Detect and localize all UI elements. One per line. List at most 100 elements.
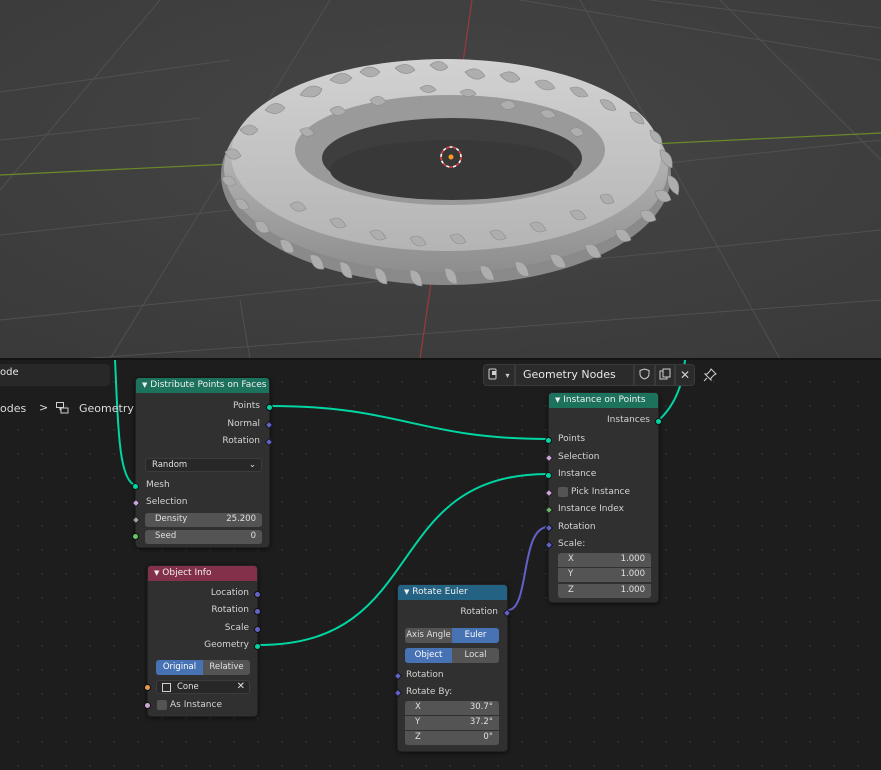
- input-rotation-label: Rotation: [558, 522, 596, 532]
- relative-option[interactable]: Relative: [203, 660, 250, 675]
- duplicate-icon: [659, 368, 671, 383]
- node-distribute-header[interactable]: ▼ Distribute Points on Faces: [136, 378, 269, 393]
- editor-type-dropdown[interactable]: ▾: [483, 364, 515, 386]
- output-geometry-socket[interactable]: [254, 643, 261, 650]
- object-picker-value: Cone: [177, 682, 199, 692]
- node-object-info-title: Object Info: [162, 568, 212, 578]
- input-object-socket[interactable]: [144, 684, 151, 691]
- input-seed-socket[interactable]: [132, 533, 139, 540]
- input-instance-label: Instance: [558, 469, 597, 479]
- shield-icon: [639, 367, 650, 383]
- object-option[interactable]: Object: [405, 648, 452, 663]
- density-field[interactable]: Density 25.200: [145, 513, 262, 527]
- duplicate-button[interactable]: [655, 364, 675, 386]
- input-rotate-by-label: Rotate By:: [406, 687, 453, 697]
- scale-x-label: X: [568, 554, 574, 564]
- node-tree-name-field[interactable]: Geometry Nodes: [515, 364, 634, 386]
- node-tree-field[interactable]: ode: [0, 364, 110, 386]
- node-object-info[interactable]: ▼ Object Info Location Rotation Scale Ge…: [144, 565, 261, 717]
- axis-angle-option[interactable]: Axis Angle: [405, 628, 452, 643]
- seed-value: 0: [250, 531, 256, 541]
- fake-user-button[interactable]: [634, 364, 655, 386]
- scale-z-field[interactable]: Z 1.000: [558, 584, 651, 598]
- chevron-down-icon: ▼: [154, 569, 160, 577]
- seed-label: Seed: [155, 531, 177, 541]
- rotate-by-y-field[interactable]: Y 37.2°: [405, 716, 499, 730]
- output-location-label: Location: [210, 588, 249, 598]
- seed-field[interactable]: Seed 0: [145, 530, 262, 544]
- node-distribute-title: Distribute Points on Faces: [150, 380, 267, 390]
- rotation-type-toggle[interactable]: Axis Angle Euler: [405, 628, 499, 643]
- chevron-down-icon: ⌄: [248, 460, 256, 470]
- input-scale-label: Scale:: [558, 539, 586, 549]
- node-instance-header[interactable]: ▼ Instance on Points: [549, 393, 658, 408]
- breadcrumb-root[interactable]: odes: [0, 402, 26, 415]
- output-scale-socket[interactable]: [254, 626, 261, 633]
- cube-icon: [162, 683, 171, 692]
- distribute-mode-select[interactable]: Random ⌄: [145, 458, 262, 472]
- link-points: [270, 405, 549, 440]
- rotate-z-value: 0°: [483, 732, 493, 742]
- scale-y-field[interactable]: Y 1.000: [558, 568, 651, 582]
- input-mesh-label: Mesh: [146, 480, 170, 490]
- input-mesh-socket[interactable]: [132, 483, 139, 490]
- rotate-y-label: Y: [415, 717, 421, 727]
- node-rotate-euler-header[interactable]: ▼ Rotate Euler: [398, 585, 507, 600]
- close-icon[interactable]: ✕: [237, 681, 245, 692]
- output-points-socket[interactable]: [266, 404, 273, 411]
- rotate-by-z-field[interactable]: Z 0°: [405, 731, 499, 745]
- node-instance-title: Instance on Points: [563, 395, 646, 405]
- breadcrumb-separator: >: [39, 401, 49, 414]
- original-option[interactable]: Original: [156, 660, 203, 675]
- node-rotate-euler[interactable]: ▼ Rotate Euler Rotation Axis Angle Euler…: [393, 584, 512, 752]
- 3d-viewport[interactable]: [0, 0, 881, 359]
- density-label: Density: [155, 514, 188, 524]
- node-tree-icon: [56, 402, 69, 414]
- chevron-down-icon: ▼: [404, 588, 410, 596]
- local-option[interactable]: Local: [452, 648, 499, 663]
- output-geometry-label: Geometry: [204, 640, 249, 650]
- output-instances-socket[interactable]: [655, 418, 662, 425]
- distribute-mode-value: Random: [152, 460, 188, 470]
- input-points-socket[interactable]: [545, 437, 552, 444]
- pick-instance-checkbox[interactable]: [558, 487, 568, 497]
- rotate-by-x-field[interactable]: X 30.7°: [405, 701, 499, 715]
- input-rotation-label: Rotation: [406, 670, 444, 680]
- rotation-space-toggle[interactable]: Object Local: [405, 648, 499, 663]
- node-editor[interactable]: ode odes > Geometry Nodes ▾ Geometry Nod…: [0, 360, 881, 770]
- pick-instance-label: Pick Instance: [571, 487, 631, 497]
- node-tree-field-text: ode: [0, 367, 19, 378]
- transform-space-toggle[interactable]: Original Relative: [156, 660, 250, 675]
- scale-x-field[interactable]: X 1.000: [558, 553, 651, 567]
- object-picker[interactable]: Cone ✕: [156, 680, 250, 694]
- input-selection-label: Selection: [146, 497, 188, 507]
- close-icon: ✕: [679, 368, 691, 382]
- rotate-x-value: 30.7°: [469, 702, 493, 712]
- output-rotation-label: Rotation: [211, 605, 249, 615]
- rotate-z-label: Z: [415, 732, 421, 742]
- scale-z-value: 1.000: [620, 585, 645, 595]
- input-instance-index-label: Instance Index: [558, 504, 624, 514]
- unlink-button[interactable]: ✕: [675, 364, 695, 386]
- node-instance-on-points[interactable]: ▼ Instance on Points Instances Points Se…: [544, 392, 662, 603]
- as-instance-checkbox[interactable]: [157, 700, 167, 710]
- node-distribute-points[interactable]: ▼ Distribute Points on Faces Points Norm…: [131, 378, 274, 548]
- input-as-instance-socket[interactable]: [144, 702, 151, 709]
- output-location-socket[interactable]: [254, 591, 261, 598]
- scale-y-value: 1.000: [620, 569, 645, 579]
- input-instance-socket[interactable]: [545, 472, 552, 479]
- input-points-label: Points: [558, 434, 586, 444]
- output-rotation-label: Rotation: [460, 607, 498, 617]
- output-rotation-label: Rotation: [222, 436, 260, 446]
- node-object-info-header[interactable]: ▼ Object Info: [148, 566, 257, 581]
- euler-option[interactable]: Euler: [452, 628, 499, 643]
- chevron-down-icon: ▼: [555, 396, 561, 404]
- pin-icon[interactable]: [703, 368, 717, 382]
- output-instances-label: Instances: [607, 415, 650, 425]
- input-selection-label: Selection: [558, 452, 600, 462]
- rotate-x-label: X: [415, 702, 421, 712]
- scale-z-label: Z: [568, 585, 574, 595]
- node-rotate-euler-title: Rotate Euler: [412, 587, 468, 597]
- output-rotation-socket[interactable]: [254, 608, 261, 615]
- output-scale-label: Scale: [224, 623, 249, 633]
